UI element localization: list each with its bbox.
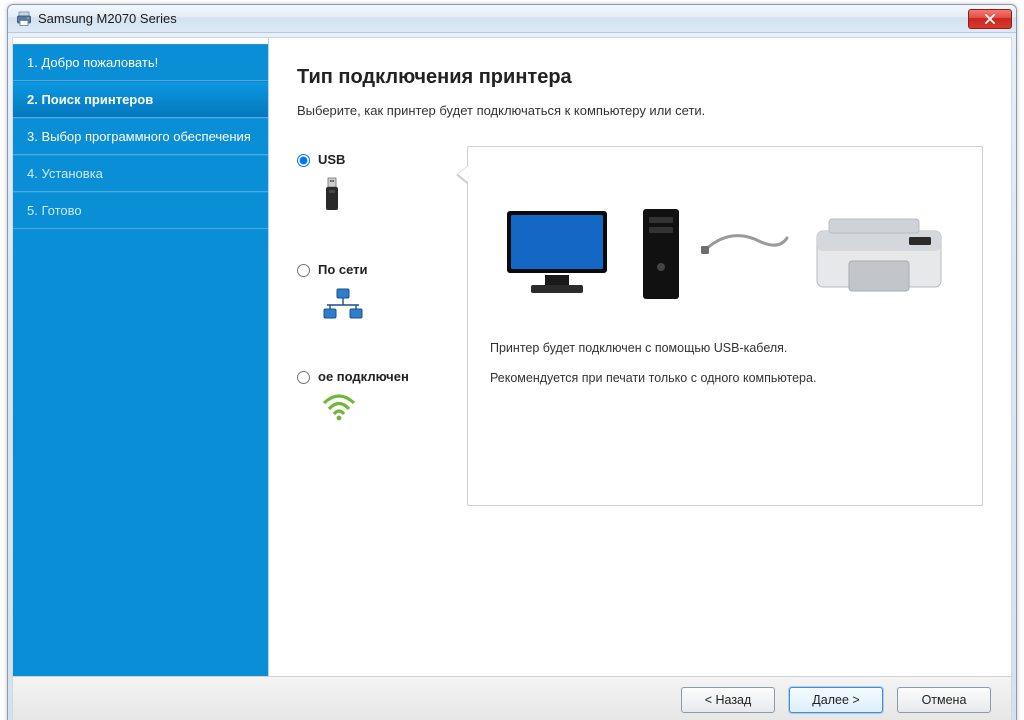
option-wireless[interactable]: ое подключен [297, 369, 467, 421]
sidebar-step-label: 1. Добро пожаловать! [27, 55, 158, 70]
detail-panel: Принтер будет подключен с помощью USB-ка… [467, 146, 983, 506]
cable-icon [701, 220, 791, 260]
sidebar-step-label: 5. Готово [27, 203, 82, 218]
wifi-icon [321, 393, 357, 421]
page-title: Тип подключения принтера [297, 66, 983, 89]
wizard-footer: < Назад Далее > Отмена [13, 676, 1011, 720]
laser-printer-icon [809, 205, 949, 305]
connection-options: USB [297, 146, 467, 506]
sidebar-step-search-printers[interactable]: 2. Поиск принтеров [13, 81, 268, 118]
pc-tower-icon [639, 205, 683, 305]
radio-usb[interactable] [297, 154, 310, 167]
main-panel: Тип подключения принтера Выберите, как п… [269, 38, 1011, 676]
usb-stick-icon [321, 176, 343, 214]
installer-window: Samsung M2070 Series 1. Добро пожаловать… [7, 4, 1017, 720]
page-subtitle: Выберите, как принтер будет подключаться… [297, 103, 983, 118]
back-button[interactable]: < Назад [681, 687, 775, 713]
sidebar-step-done[interactable]: 5. Готово [13, 192, 268, 229]
sidebar-step-label: 3. Выбор программного обеспечения [27, 129, 251, 144]
option-label: USB [318, 152, 345, 168]
sidebar-step-welcome[interactable]: 1. Добро пожаловать! [13, 44, 268, 81]
window-title: Samsung M2070 Series [38, 11, 968, 26]
option-usb[interactable]: USB [297, 152, 467, 214]
option-network[interactable]: По сети [297, 262, 467, 320]
detail-line-1: Принтер будет подключен с помощью USB-ка… [490, 341, 960, 355]
detail-illustration [490, 175, 960, 305]
sidebar-step-install[interactable]: 4. Установка [13, 155, 268, 192]
detail-text: Принтер будет подключен с помощью USB-ка… [490, 341, 960, 385]
choice-area: USB [297, 146, 983, 506]
titlebar: Samsung M2070 Series [8, 5, 1016, 33]
radio-wireless[interactable] [297, 371, 310, 384]
printer-icon [16, 11, 32, 27]
network-nodes-icon [321, 287, 365, 321]
detail-line-2: Рекомендуется при печати только с одного… [490, 371, 960, 385]
wizard-sidebar: 1. Добро пожаловать! 2. Поиск принтеров … [13, 38, 269, 676]
cancel-button[interactable]: Отмена [897, 687, 991, 713]
radio-network[interactable] [297, 264, 310, 277]
next-button[interactable]: Далее > [789, 687, 883, 713]
sidebar-step-label: 4. Установка [27, 166, 103, 181]
window-controls [968, 9, 1012, 29]
monitor-icon [501, 205, 621, 305]
client-area: 1. Добро пожаловать! 2. Поиск принтеров … [12, 37, 1012, 720]
close-icon [984, 14, 996, 24]
close-button[interactable] [968, 9, 1012, 29]
sidebar-step-software[interactable]: 3. Выбор программного обеспечения [13, 118, 268, 155]
content-row: 1. Добро пожаловать! 2. Поиск принтеров … [13, 38, 1011, 676]
option-label: По сети [318, 262, 368, 278]
option-label: ое подключен [318, 369, 409, 385]
sidebar-step-label: 2. Поиск принтеров [27, 92, 153, 107]
